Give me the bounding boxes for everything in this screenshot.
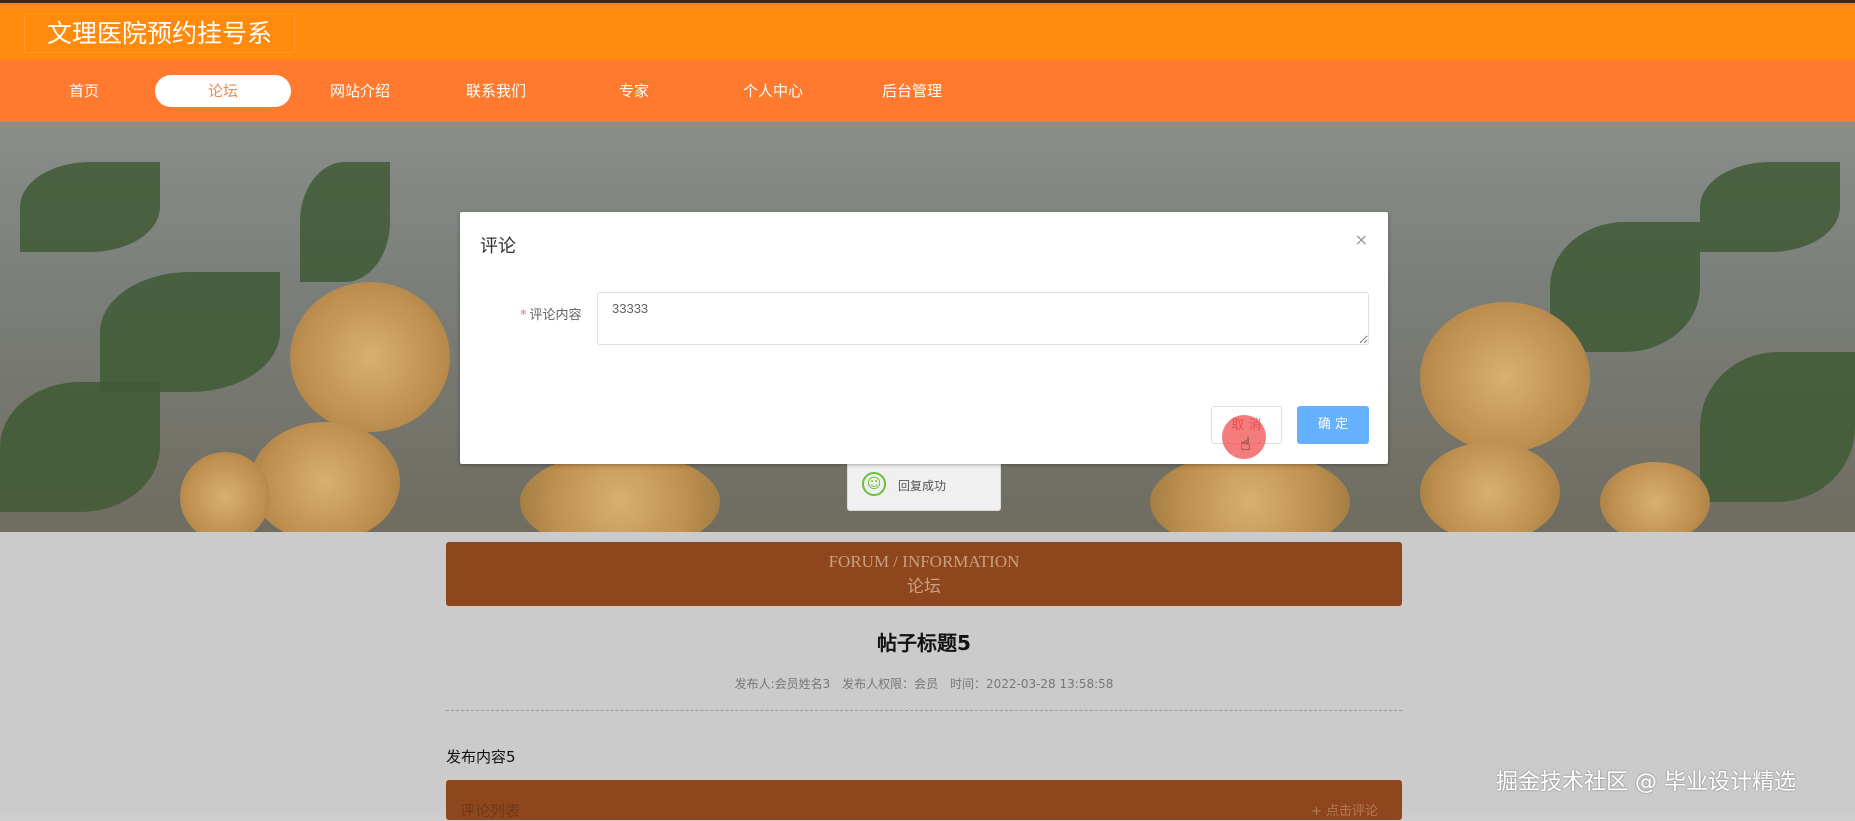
post-content: 发布内容5 (446, 748, 516, 766)
header: 文理医院预约挂号系 (0, 0, 1855, 60)
add-comment-button[interactable]: + 点击评论 (1311, 800, 1378, 819)
forum-heading-en: FORUM / INFORMATION (828, 552, 1020, 571)
post-meta: 发布人:会员姓名3 发布人权限：会员 时间：2022-03-28 13:58:5… (446, 675, 1402, 692)
post-author: 发布人:会员姓名3 (734, 677, 831, 691)
close-icon[interactable]: × (1355, 230, 1368, 249)
dialog-title: 评论 (480, 236, 516, 257)
comments-header: 评论列表 + 点击评论 (446, 780, 1402, 820)
required-mark: * (520, 308, 527, 323)
site-title[interactable]: 文理医院预约挂号系 (24, 13, 296, 53)
comments-title: 评论列表 (460, 802, 521, 820)
post-role: 发布人权限：会员 (842, 677, 939, 691)
post-time: 时间：2022-03-28 13:58:58 (949, 677, 1114, 691)
hand-cursor-icon: ☝ (1240, 434, 1251, 455)
divider (446, 710, 1402, 711)
nav-item-personal-center[interactable]: 个人中心 (705, 75, 841, 107)
toast-text: 回复成功 (898, 479, 947, 493)
comment-field-label-text: 评论内容 (529, 308, 582, 323)
comment-dialog: 评论 × *评论内容 33333 取 消 确 定 ☝ (460, 212, 1388, 464)
comment-field-label: * 评论内容 (520, 304, 582, 323)
nav-item-contact[interactable]: 联系我们 (428, 75, 564, 107)
confirm-button[interactable]: 确 定 (1297, 406, 1369, 444)
forum-heading-cn: 论坛 (907, 577, 941, 596)
nav-item-about[interactable]: 网站介绍 (292, 75, 428, 107)
watermark: 掘金技术社区 @ 毕业设计精选 (1496, 770, 1796, 795)
toast-message: ☺ 回复成功 (847, 457, 1001, 511)
smile-icon: ☺ (862, 472, 886, 496)
post-title: 帖子标题5 (877, 631, 971, 655)
nav-item-admin[interactable]: 后台管理 (844, 75, 980, 107)
nav-item-experts[interactable]: 专家 (566, 75, 702, 107)
nav-item-forum[interactable]: 论坛 (155, 75, 291, 107)
main-nav: 首页 论坛 网站介绍 联系我们 专家 个人中心 后台管理 (0, 60, 1855, 122)
nav-item-home[interactable]: 首页 (16, 75, 152, 107)
forum-heading: FORUM / INFORMATION 论坛 (446, 542, 1402, 606)
comment-input[interactable]: 33333 (597, 292, 1369, 345)
